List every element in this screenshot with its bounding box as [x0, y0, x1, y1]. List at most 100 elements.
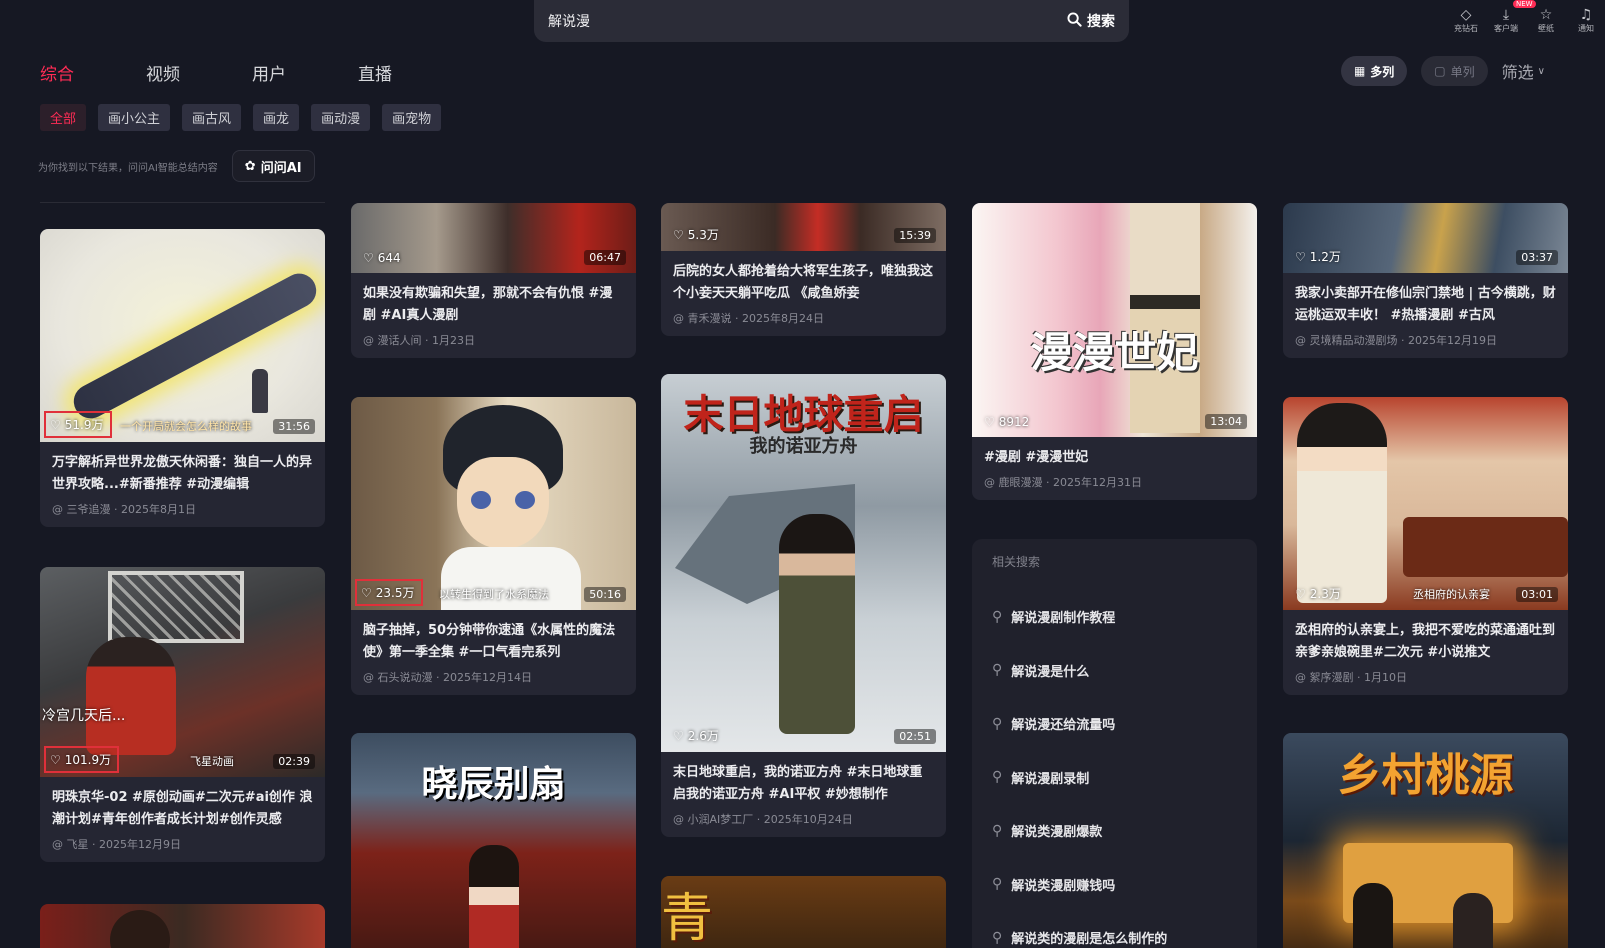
video-card[interactable]: ♡ 23.5万 以转生得到了水系魔法 50:16 脑子抽掉，50分钟带你速通《水… [351, 397, 636, 695]
character-figure [110, 910, 170, 948]
publish-date: 1月10日 [1364, 671, 1407, 684]
recharge-button[interactable]: ◇ 充钻石 [1447, 0, 1485, 42]
tab-live[interactable]: 直播 [358, 60, 464, 85]
author-name[interactable]: @ 絮序漫剧 [1295, 671, 1354, 684]
gem-icon: ◇ [1460, 7, 1472, 23]
related-search-item[interactable]: ⚲ 解说漫剧制作教程 [992, 590, 1237, 644]
grid-icon: ▦ [1353, 64, 1366, 78]
character-eye [471, 491, 491, 509]
video-title[interactable]: 末日地球重启，我的诺亚方舟 #末日地球重启我的诺亚方舟 #AI平权 #妙想制作 [673, 762, 934, 806]
cover-subtitle: 我的诺亚方舟 [749, 436, 858, 457]
author-name[interactable]: @ 鹿眼漫漫 [984, 476, 1043, 489]
video-title[interactable]: 丞相府的认亲宴上，我把不爱吃的菜通通吐到亲爹亲娘碗里#二次元 #小说推文 [1295, 620, 1556, 664]
video-card[interactable]: 末日地球重启 我的诺亚方舟 ♡ 2.6万 02:51 末日地球重启，我的诺亚方舟… [661, 374, 946, 837]
publish-date: 2025年8月1日 [121, 503, 196, 516]
video-meta: @ 絮序漫剧 · 1月10日 [1295, 671, 1407, 684]
multi-column-button[interactable]: ▦ 多列 [1340, 56, 1408, 86]
video-card[interactable]: ♡ 5.3万 15:39 后院的女人都抢着给大将军生孩子，唯独我这个小妾天天躺平… [661, 203, 946, 336]
publish-date: 2025年12月14日 [443, 671, 532, 684]
tab-video[interactable]: 视频 [146, 60, 252, 85]
video-thumbnail[interactable]: ♡ 5.3万 15:39 [661, 203, 946, 251]
chip-princess[interactable]: 画小公主 [98, 104, 171, 131]
search-bar[interactable]: 搜索 [534, 0, 1129, 42]
video-meta: @ 青禾漫说 · 2025年8月24日 [673, 312, 824, 325]
video-thumbnail[interactable]: 晓辰别扇 [351, 733, 636, 948]
banquet-table [1403, 517, 1568, 577]
divider [40, 202, 325, 203]
related-search-item[interactable]: ⚲ 解说类漫剧赚钱吗 [992, 858, 1237, 912]
tab-user[interactable]: 用户 [252, 60, 358, 85]
video-title[interactable]: 后院的女人都抢着给大将军生孩子，唯独我这个小妾天天躺平吃瓜 《咸鱼娇妾 [673, 261, 934, 305]
video-duration: 02:39 [273, 754, 315, 769]
author-name[interactable]: @ 飞星 [52, 838, 89, 851]
chip-anime[interactable]: 画动漫 [311, 104, 371, 131]
video-thumbnail[interactable]: ♡ 23.5万 以转生得到了水系魔法 50:16 [351, 397, 636, 610]
chip-pet[interactable]: 画宠物 [382, 104, 442, 131]
video-thumbnail[interactable]: ♡ 644 06:47 [351, 203, 636, 273]
search-input[interactable] [548, 13, 1067, 29]
related-heading: 相关搜索 [992, 555, 1041, 569]
heart-icon: ♡ [50, 417, 61, 432]
recharge-label: 充钻石 [1454, 24, 1478, 33]
related-search-item[interactable]: ⚲ 解说类的漫剧是怎么制作的 [992, 911, 1237, 948]
publish-date: 2025年12月9日 [99, 838, 181, 851]
video-title[interactable]: 万字解析异世界龙傲天休闲番：独自一人的异世界攻略...#新番推荐 #动漫编辑 [52, 452, 313, 496]
wallpaper-button[interactable]: ☆ 壁纸 [1527, 0, 1565, 42]
related-search-item[interactable]: ⚲ 解说漫剧录制 [992, 751, 1237, 805]
related-search-item[interactable]: ⚲ 解说类漫剧爆款 [992, 804, 1237, 858]
related-search-text: 解说漫是什么 [1011, 664, 1090, 680]
video-card[interactable]: 青 [661, 876, 946, 948]
author-name[interactable]: @ 石头说动漫 [363, 671, 433, 684]
video-title[interactable]: 我家小卖部开在修仙宗门禁地 | 古今横跳，财运桃运双丰收！ #热播漫剧 #古风 [1295, 283, 1556, 327]
video-duration: 02:51 [894, 729, 936, 744]
video-card[interactable]: 乡村桃源 [1283, 733, 1568, 948]
author-name[interactable]: @ 漫话人间 [363, 334, 422, 347]
video-card[interactable]: ♡ 644 06:47 如果没有欺骗和失望，那就不会有仇恨 #漫剧 #AI真人漫… [351, 203, 636, 358]
header-icon-bar: ◇ 充钻石 NEW ⤓ 客户端 ☆ 壁纸 ♫ 通知 [1447, 0, 1605, 42]
filter-dropdown[interactable]: 筛选 ∨ [1502, 59, 1545, 83]
video-thumbnail[interactable]: 漫漫世妃 ♡ 8912 13:04 [972, 203, 1257, 437]
ask-ai-label: 问问AI [260, 160, 302, 176]
related-search-item[interactable]: ⚲ 解说漫还给流量吗 [992, 697, 1237, 751]
video-thumbnail[interactable]: 末日地球重启 我的诺亚方舟 ♡ 2.6万 02:51 [661, 374, 946, 752]
chip-all[interactable]: 全部 [40, 104, 87, 131]
video-card[interactable] [40, 904, 325, 948]
heart-icon: ♡ [1295, 586, 1306, 601]
tab-all[interactable]: 综合 [40, 60, 146, 85]
video-thumbnail[interactable]: 冷宫几天后... ♡ 101.9万 飞星动画 02:39 [40, 567, 325, 777]
video-card[interactable]: 晓辰别扇 [351, 733, 636, 948]
video-title[interactable]: 如果没有欺骗和失望，那就不会有仇恨 #漫剧 #AI真人漫剧 [363, 283, 624, 327]
video-card[interactable]: ♡ 2.3万 丞相府的认亲宴 03:01 丞相府的认亲宴上，我把不爱吃的菜通通吐… [1283, 397, 1568, 695]
notification-button[interactable]: ♫ 通知 [1567, 0, 1605, 42]
video-card[interactable]: ♡ 51.9万 一个开局就会怎么样的故事 31:56 万字解析异世界龙傲天休闲番… [40, 229, 325, 527]
heart-icon: ♡ [984, 415, 995, 429]
video-thumbnail[interactable]: ♡ 51.9万 一个开局就会怎么样的故事 31:56 [40, 229, 325, 442]
chip-ancient-style[interactable]: 画古风 [182, 104, 242, 131]
author-name[interactable]: @ 灵境精品动漫剧场 [1295, 334, 1398, 347]
client-download-button[interactable]: NEW ⤓ 客户端 [1487, 0, 1536, 42]
video-card[interactable]: ♡ 1.2万 03:37 我家小卖部开在修仙宗门禁地 | 古今横跳，财运桃运双丰… [1283, 203, 1568, 358]
author-name[interactable]: @ 三爷追漫 [52, 503, 111, 516]
video-card[interactable]: 冷宫几天后... ♡ 101.9万 飞星动画 02:39 明珠京华-02 #原创… [40, 567, 325, 862]
video-thumbnail[interactable]: 乡村桃源 [1283, 733, 1568, 948]
scene-caption: 冷宫几天后... [42, 708, 126, 724]
video-thumbnail[interactable]: ♡ 2.3万 丞相府的认亲宴 03:01 [1283, 397, 1568, 610]
single-column-button[interactable]: ▢ 单列 [1421, 56, 1488, 86]
video-thumbnail[interactable]: ♡ 1.2万 03:37 [1283, 203, 1568, 273]
video-title[interactable]: 明珠京华-02 #原创动画#二次元#ai创作 浪潮计划#青年创作者成长计划#创作… [52, 787, 313, 831]
like-count: ♡ 23.5万 [355, 579, 423, 606]
related-search-item[interactable]: ⚲ 解说漫是什么 [992, 644, 1237, 698]
ask-ai-button[interactable]: ✿ 问问AI [231, 150, 315, 182]
ai-summary-hint: 为你找到以下结果，问问AI智能总结内容 ✿ 问问AI [38, 150, 315, 182]
search-button[interactable]: 搜索 [1067, 11, 1115, 31]
author-name[interactable]: @ 青禾漫说 [673, 312, 732, 325]
character-figure [252, 369, 268, 413]
video-title[interactable]: 脑子抽掉，50分钟带你速通《水属性的魔法使》第一季全集 #一口气看完系列 [363, 620, 624, 664]
heart-icon: ♡ [1295, 249, 1306, 264]
video-card[interactable]: 漫漫世妃 ♡ 8912 13:04 #漫剧 #漫漫世妃 @ 鹿眼漫漫 · 202… [972, 203, 1257, 500]
chip-dragon[interactable]: 画龙 [253, 104, 300, 131]
author-name[interactable]: @ 小润AI梦工厂 [673, 813, 753, 826]
video-title[interactable]: #漫剧 #漫漫世妃 [984, 447, 1245, 469]
character-figure [1353, 883, 1393, 948]
like-count-value: 644 [377, 251, 401, 265]
